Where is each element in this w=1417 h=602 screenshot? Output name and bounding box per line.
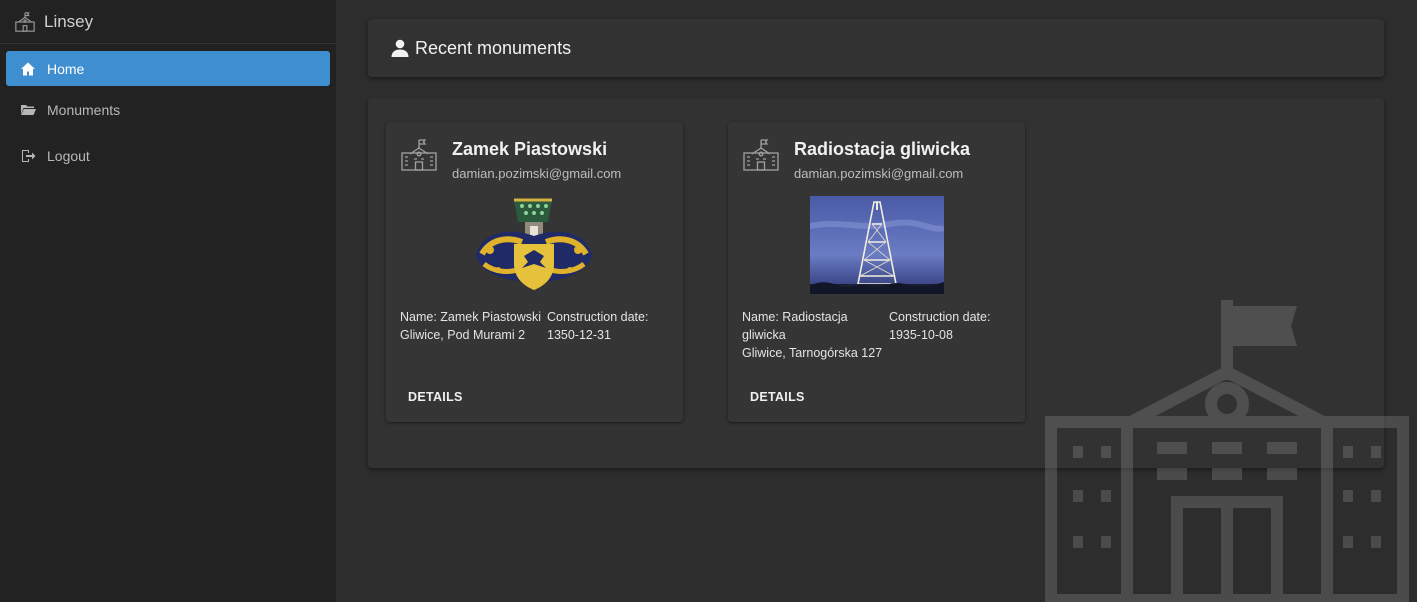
school-building-icon bbox=[15, 11, 35, 32]
main-content: Recent monuments Zamek Piastowski damian… bbox=[336, 0, 1417, 602]
card-date: 1935-10-08 bbox=[889, 328, 953, 342]
card-construction: Construction date: 1350-12-31 bbox=[547, 308, 677, 344]
card-name: Name: Zamek Piastowski bbox=[400, 310, 542, 324]
monument-card: Zamek Piastowski damian.pozimski@gmail.c… bbox=[386, 122, 683, 422]
sidebar-item-logout[interactable]: Logout bbox=[6, 138, 330, 173]
page-title: Recent monuments bbox=[415, 37, 572, 58]
sign-out-icon bbox=[22, 149, 36, 162]
brand[interactable]: Linsey bbox=[0, 0, 336, 44]
card-address: Gliwice, Tarnogórska 127 bbox=[742, 346, 883, 360]
card-title: Radiostacja gliwicka bbox=[794, 139, 971, 159]
card-email: damian.pozimski@gmail.com bbox=[794, 166, 964, 181]
sidebar-item-label: Monuments bbox=[47, 101, 121, 118]
monuments-panel: Zamek Piastowski damian.pozimski@gmail.c… bbox=[368, 98, 1384, 468]
sidebar-item-label: Home bbox=[47, 60, 85, 77]
details-button[interactable]: DETAILS bbox=[400, 386, 471, 408]
monument-card: Radiostacja gliwicka damian.pozimski@gma… bbox=[728, 122, 1025, 422]
card-date: 1350-12-31 bbox=[547, 328, 611, 342]
card-email: damian.pozimski@gmail.com bbox=[452, 166, 622, 181]
card-construction: Construction date: 1935-10-08 bbox=[889, 308, 1019, 344]
card-date-label: Construction date: bbox=[547, 310, 649, 324]
sidebar-item-home[interactable]: Home bbox=[6, 51, 330, 86]
card-date-label: Construction date: bbox=[889, 310, 991, 324]
card-address: Gliwice, Pod Murami 2 bbox=[400, 328, 526, 342]
user-icon bbox=[391, 39, 409, 57]
page-header: Recent monuments bbox=[368, 19, 1384, 77]
folder-open-icon bbox=[21, 104, 36, 115]
card-name-address: Name: Zamek Piastowski Gliwice, Pod Mura… bbox=[400, 308, 550, 344]
app-root: Linsey Home Monuments Logout Recent monu… bbox=[0, 0, 1417, 602]
sidebar-item-label: Logout bbox=[47, 147, 90, 164]
school-building-icon bbox=[743, 139, 779, 171]
brand-name: Linsey bbox=[44, 11, 94, 31]
school-building-icon bbox=[401, 139, 437, 171]
home-icon bbox=[21, 62, 35, 75]
card-title: Zamek Piastowski bbox=[452, 139, 608, 159]
sidebar: Linsey Home Monuments Logout bbox=[0, 0, 336, 602]
sidebar-item-monuments[interactable]: Monuments bbox=[6, 92, 330, 127]
radio-tower-photo bbox=[810, 196, 944, 294]
coat-of-arms-image bbox=[468, 196, 600, 294]
details-button[interactable]: DETAILS bbox=[742, 386, 813, 408]
card-name: Name: Radiostacja gliwicka bbox=[742, 310, 848, 342]
card-name-address: Name: Radiostacja gliwicka Gliwice, Tarn… bbox=[742, 308, 892, 362]
